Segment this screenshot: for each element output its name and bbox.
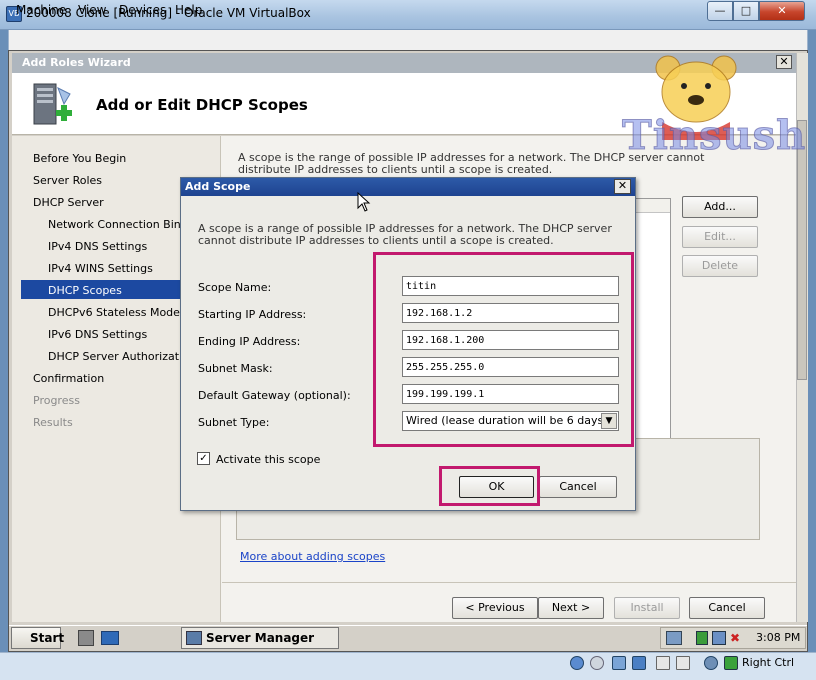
tray-clock[interactable]: 3:08 PM [756, 631, 800, 644]
menu-devices[interactable]: Devices [119, 3, 166, 17]
watermark-text: Tinsush [621, 112, 807, 160]
starting-ip-label: Starting IP Address: [198, 308, 307, 321]
edit-scope-button[interactable]: Edit... [682, 226, 758, 248]
dialog-title: Add Scope [185, 180, 251, 193]
wizard-close-button[interactable]: ✕ [776, 55, 792, 69]
cancel-wizard-button[interactable]: Cancel [689, 597, 765, 619]
sidebar-item-progress: Progress [33, 394, 80, 407]
footer-divider [222, 582, 796, 583]
menu-view[interactable]: View [78, 3, 106, 17]
minimize-button[interactable]: — [707, 1, 733, 21]
network-status-icon[interactable] [632, 656, 646, 670]
mouse-cursor-icon [357, 192, 371, 212]
mouse-integration-status-icon[interactable] [704, 656, 718, 670]
show-desktop-icon[interactable] [101, 631, 119, 645]
optical-drive-status-icon[interactable] [590, 656, 604, 670]
cancel-dialog-button[interactable]: Cancel [539, 476, 617, 498]
usb-status-icon[interactable] [612, 656, 626, 670]
subnet-mask-label: Subnet Mask: [198, 362, 273, 375]
sidebar-item-dhcpv6-stateless-mode[interactable]: DHCPv6 Stateless Mode [48, 306, 180, 319]
ending-ip-label: Ending IP Address: [198, 335, 301, 348]
dialog-close-button[interactable]: ✕ [614, 179, 631, 194]
guest-scrollbar-thumb[interactable] [797, 120, 807, 380]
default-gateway-label: Default Gateway (optional): [198, 389, 351, 402]
sidebar-item-dhcp-scopes[interactable]: DHCP Scopes [48, 284, 122, 297]
sidebar-item-ipv4-wins-settings[interactable]: IPv4 WINS Settings [48, 262, 153, 275]
taskbar-item-server-manager[interactable]: Server Manager [181, 627, 339, 649]
sidebar-item-confirmation[interactable]: Confirmation [33, 372, 104, 385]
sidebar-item-ipv6-dns-settings[interactable]: IPv6 DNS Settings [48, 328, 147, 341]
start-button[interactable]: Start [11, 627, 64, 649]
sidebar-item-dhcp-server-authorization[interactable]: DHCP Server Authorization [48, 350, 196, 363]
add-scope-button[interactable]: Add... [682, 196, 758, 218]
install-button[interactable]: Install [614, 597, 680, 619]
subnet-type-label: Subnet Type: [198, 416, 270, 429]
vbox-window-title: 200008 Clone [Running] - Oracle VM Virtu… [26, 6, 311, 20]
ok-highlight-box [439, 466, 540, 506]
next-button[interactable]: Next > [538, 597, 604, 619]
sidebar-item-dhcp-server[interactable]: DHCP Server [33, 196, 104, 209]
dialog-description: A scope is a range of possible IP addres… [198, 222, 612, 247]
sidebar-item-server-roles[interactable]: Server Roles [33, 174, 102, 187]
previous-button[interactable]: < Previous [452, 597, 538, 619]
sidebar-item-results: Results [33, 416, 73, 429]
host-key-status-icon[interactable] [724, 656, 738, 670]
tray-volume-muted-icon[interactable]: ✖ [730, 631, 742, 645]
activate-scope-checkbox[interactable]: ✓ [197, 452, 210, 465]
display-status-icon[interactable] [676, 656, 690, 670]
fields-highlight-box [373, 252, 634, 447]
vbox-statusbar [0, 652, 816, 680]
server-manager-icon [186, 631, 202, 645]
delete-scope-button[interactable]: Delete [682, 255, 758, 277]
close-button[interactable]: ✕ [759, 1, 805, 21]
maximize-button[interactable]: □ [733, 1, 759, 21]
shared-folders-status-icon[interactable] [656, 656, 670, 670]
activate-scope-label: Activate this scope [216, 453, 321, 466]
menu-machine[interactable]: Machine [16, 3, 66, 17]
sidebar-item-ipv4-dns-settings[interactable]: IPv4 DNS Settings [48, 240, 147, 253]
hard-disk-status-icon[interactable] [570, 656, 584, 670]
tray-computer-icon[interactable] [712, 631, 726, 645]
tray-network-icon[interactable] [666, 631, 682, 645]
tray-connection-icon[interactable] [696, 631, 708, 645]
sidebar-item-before-you-begin[interactable]: Before You Begin [33, 152, 126, 165]
more-about-scopes-link[interactable]: More about adding scopes [240, 550, 385, 563]
vbox-menubar [8, 30, 808, 50]
wizard-page-title: Add or Edit DHCP Scopes [96, 96, 308, 114]
sidebar-item-network-connection-bindings[interactable]: Network Connection Bindings [48, 218, 182, 231]
host-key-label: Right Ctrl [742, 656, 795, 669]
scope-name-label: Scope Name: [198, 281, 272, 294]
wizard-window-title: Add Roles Wizard [22, 56, 131, 69]
server-roles-icon [33, 83, 72, 125]
server-manager-quicklaunch-icon[interactable] [78, 630, 94, 646]
menu-help[interactable]: Help [175, 3, 202, 17]
